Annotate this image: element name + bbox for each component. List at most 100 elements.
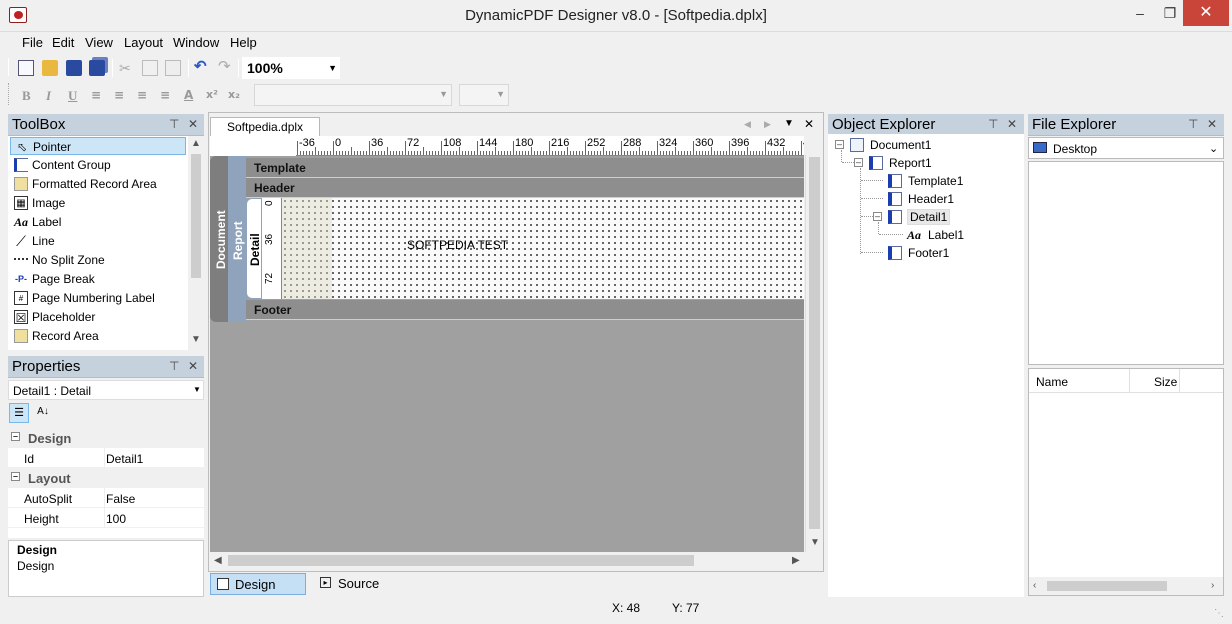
toolbox-scrollbar[interactable]: ▲ ▼ [188, 136, 204, 350]
column-size[interactable]: Size [1154, 375, 1177, 389]
scroll-thumb[interactable] [809, 157, 820, 529]
scroll-left-icon[interactable]: ◀ [214, 555, 222, 566]
designer-vertical-scrollbar[interactable]: ▼ [805, 155, 822, 552]
folder-tree[interactable] [1028, 161, 1224, 365]
scroll-thumb[interactable] [228, 555, 694, 566]
subscript-icon[interactable]: x₂ [228, 88, 240, 101]
categorized-icon[interactable]: ☰ [9, 403, 29, 423]
ruler-tick [426, 151, 427, 155]
toolbox-item-formatted-record-area[interactable]: Formatted Record Area [10, 175, 186, 193]
property-row-autosplit[interactable]: AutoSplit False [8, 488, 204, 508]
detail-design-area[interactable] [282, 198, 804, 299]
detail-band[interactable]: Detail [246, 198, 262, 299]
scroll-down-icon[interactable]: ▼ [810, 537, 820, 548]
toolbox-item-image[interactable]: ▦ Image [10, 194, 186, 212]
menu-layout[interactable]: Layout [124, 35, 163, 50]
cut-icon[interactable]: ✂ [119, 60, 135, 76]
new-document-icon[interactable] [18, 60, 34, 76]
maximize-button[interactable]: ❐ [1155, 0, 1185, 26]
scroll-down-icon[interactable]: ▼ [191, 334, 201, 345]
tab-scroll-left-icon[interactable]: ◀ [744, 119, 751, 130]
paste-icon[interactable] [165, 60, 181, 76]
font-color-icon[interactable]: A [184, 88, 193, 102]
property-category-design[interactable]: – Design [8, 428, 204, 448]
footer-band[interactable]: Footer [246, 300, 804, 320]
tab-softpedia-dplx[interactable]: Softpedia.dplx * [210, 117, 320, 148]
menu-window[interactable]: Window [173, 35, 219, 50]
scroll-left-icon[interactable]: ‹ [1033, 580, 1036, 591]
close-icon[interactable]: ✕ [1207, 117, 1217, 131]
close-tab-icon[interactable]: ✕ [804, 117, 814, 131]
menu-view[interactable]: View [85, 35, 113, 50]
copy-icon[interactable] [142, 60, 158, 76]
menu-help[interactable]: Help [230, 35, 257, 50]
collapse-icon[interactable]: – [854, 158, 863, 167]
align-left-icon[interactable]: ≡ [91, 88, 101, 102]
toolbox-item-content-group[interactable]: Content Group [10, 156, 186, 174]
collapse-icon[interactable]: – [11, 472, 20, 481]
menu-edit[interactable]: Edit [52, 35, 74, 50]
close-button[interactable]: ✕ [1183, 0, 1229, 26]
align-right-icon[interactable]: ≡ [137, 88, 147, 102]
report-band[interactable]: Report [228, 156, 248, 322]
undo-icon[interactable]: ↶ [194, 57, 210, 75]
scroll-right-icon[interactable]: › [1211, 580, 1214, 591]
redo-icon[interactable]: ↷ [218, 57, 234, 75]
tab-list-icon[interactable]: ▼ [784, 118, 794, 129]
property-category-layout[interactable]: – Layout [8, 468, 204, 488]
close-icon[interactable]: ✕ [188, 359, 198, 373]
pin-icon[interactable]: ⊤ [169, 117, 179, 131]
menu-file[interactable]: File [22, 35, 43, 50]
scroll-up-icon[interactable]: ▲ [191, 138, 201, 149]
toolbox-item-pointer[interactable]: ⬁ Pointer [10, 137, 186, 155]
align-center-icon[interactable]: ≡ [114, 88, 124, 102]
toolbox-item-page-numbering-label[interactable]: # Page Numbering Label [10, 289, 186, 307]
location-select[interactable]: Desktop ⌄ [1028, 137, 1224, 159]
bold-button[interactable]: B [22, 88, 31, 104]
scroll-thumb[interactable] [191, 154, 201, 278]
justify-icon[interactable]: ≡ [160, 88, 170, 102]
header-band[interactable]: Header [246, 178, 804, 198]
scroll-right-icon[interactable]: ▶ [792, 555, 800, 566]
tab-design[interactable]: Design [210, 573, 306, 595]
scroll-thumb[interactable] [1047, 581, 1167, 591]
close-icon[interactable]: ✕ [188, 117, 198, 131]
open-folder-icon[interactable] [42, 60, 58, 76]
tab-scroll-right-icon[interactable]: ▶ [764, 119, 771, 130]
toolbox-item-line[interactable]: ⟋ Line [10, 232, 186, 250]
pin-icon[interactable]: ⊤ [169, 359, 179, 373]
font-size-select[interactable]: ▼ [459, 84, 509, 106]
save-all-icon[interactable] [89, 60, 105, 76]
close-icon[interactable]: ✕ [1007, 117, 1017, 131]
toolbox-item-record-area[interactable]: Record Area [10, 327, 186, 345]
toolbox-item-page-break[interactable]: -P- Page Break [10, 270, 186, 288]
property-row-height[interactable]: Height 100 [8, 508, 204, 528]
font-name-select[interactable]: ▼ [254, 84, 452, 106]
italic-button[interactable]: I [46, 88, 51, 104]
collapse-icon[interactable]: – [873, 212, 882, 221]
designer-horizontal-scrollbar[interactable]: ◀ ▶ [210, 552, 804, 569]
zoom-select[interactable]: 100% ▼ [242, 57, 340, 79]
toolbox-item-no-split-zone[interactable]: No Split Zone [10, 251, 186, 269]
superscript-icon[interactable]: x² [206, 88, 218, 101]
object-select[interactable]: Detail1 : Detail ▼ [8, 380, 204, 400]
document-band[interactable]: Document [210, 156, 230, 322]
tab-source[interactable]: ▸ Source [314, 573, 410, 595]
file-list[interactable]: Name Size ‹ › [1028, 368, 1224, 596]
label-element[interactable]: SOFTPEDIA TEST [407, 238, 508, 252]
collapse-icon[interactable]: – [835, 140, 844, 149]
toolbox-item-label[interactable]: Aa Label [10, 213, 186, 231]
property-row-id[interactable]: Id Detail1 [8, 448, 204, 468]
column-name[interactable]: Name [1036, 375, 1068, 389]
resize-grip[interactable]: ⋱ [1214, 608, 1224, 619]
sort-alphabetical-icon[interactable]: A↓ [33, 403, 53, 423]
template-band[interactable]: Template [246, 158, 804, 178]
file-list-hscrollbar[interactable]: ‹ › [1029, 577, 1223, 595]
pin-icon[interactable]: ⊤ [988, 117, 998, 131]
underline-button[interactable]: U [68, 88, 77, 104]
toolbox-item-placeholder[interactable]: ☒ Placeholder [10, 308, 186, 326]
pin-icon[interactable]: ⊤ [1188, 117, 1198, 131]
minimize-button[interactable]: – [1125, 0, 1155, 26]
save-icon[interactable] [66, 60, 82, 76]
collapse-icon[interactable]: – [11, 432, 20, 441]
